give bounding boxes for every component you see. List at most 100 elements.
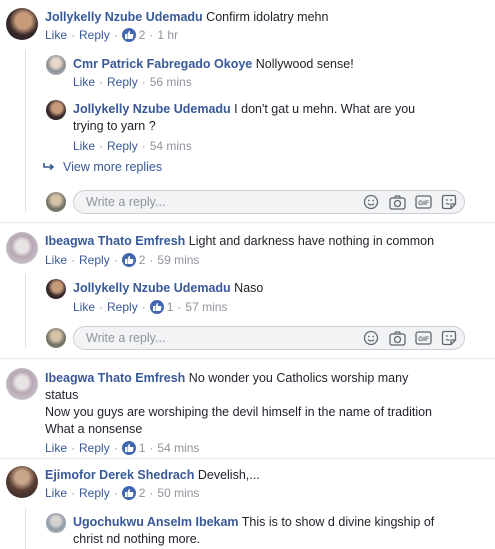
reply-link[interactable]: Reply: [79, 253, 110, 267]
reply-link[interactable]: Reply: [107, 139, 138, 153]
comment-body: Ibeagwa Thato Emfresh Light and darkness…: [45, 233, 434, 249]
like-link[interactable]: Like: [45, 253, 67, 267]
reply-text-line: christ nd nothing more.: [73, 532, 201, 546]
reply-author[interactable]: Jollykelly Nzube Udemadu: [73, 281, 231, 295]
avatar[interactable]: [6, 232, 38, 264]
reply-text: Naso: [234, 281, 264, 295]
reply-link[interactable]: Reply: [107, 300, 138, 314]
like-count[interactable]: 1: [139, 441, 146, 455]
like-link[interactable]: Like: [73, 300, 95, 314]
reply-body: Jollykelly Nzube Udemadu I don't gat u m…: [73, 101, 473, 135]
view-more-label[interactable]: View more replies: [63, 160, 162, 174]
reply-body: Cmr Patrick Fabregado Okoye Nollywood se…: [73, 56, 354, 72]
divider: [0, 222, 495, 223]
like-count[interactable]: 1: [167, 300, 174, 314]
sticker-icon[interactable]: [440, 193, 458, 211]
comment-text: Light and darkness have nothing in commo…: [188, 234, 435, 248]
comment-body: Ibeagwa Thato Emfresh No wonder you Cath…: [45, 370, 485, 438]
sticker-icon[interactable]: [440, 329, 458, 347]
timestamp[interactable]: 54 mins: [157, 441, 199, 455]
thumbs-up-icon: [121, 441, 136, 455]
comment-actions: Like · Reply · 1 · 54 mins: [45, 441, 200, 455]
svg-text:GIF: GIF: [418, 200, 429, 207]
timestamp[interactable]: 59 mins: [157, 253, 199, 267]
gif-icon[interactable]: GIF: [414, 193, 432, 211]
timestamp[interactable]: 57 mins: [185, 300, 227, 314]
reply-link[interactable]: Reply: [107, 75, 138, 89]
reply-input[interactable]: Write a reply... GIF: [73, 326, 465, 350]
thread-line: [25, 508, 26, 549]
reply-author[interactable]: Ugochukwu Anselm Ibekam: [73, 515, 239, 529]
comment-body: Ejimofor Derek Shedrach Develish,...: [45, 467, 260, 483]
like-link[interactable]: Like: [45, 486, 67, 500]
reply-author[interactable]: Cmr Patrick Fabregado Okoye: [73, 57, 252, 71]
gif-icon[interactable]: GIF: [414, 329, 432, 347]
divider: [0, 458, 495, 459]
reply-actions: Like · Reply · 56 mins: [73, 75, 192, 89]
reply-text: Nollywood sense!: [255, 57, 354, 71]
reply-link[interactable]: Reply: [79, 441, 110, 455]
reply-actions: Like · Reply · 54 mins: [73, 139, 192, 153]
camera-icon[interactable]: [388, 193, 406, 211]
emoji-icon[interactable]: [362, 193, 380, 211]
comment-text: Develish,...: [197, 468, 260, 482]
comment-text-line: What a nonsense: [45, 422, 143, 436]
reply-text-line: trying to yarn ?: [73, 119, 156, 133]
like-count[interactable]: 2: [139, 253, 146, 267]
reply-text-line: This is to show d divine kingship of: [241, 515, 435, 529]
comment-actions: Like · Reply · 2 · 1 hr: [45, 28, 179, 42]
avatar[interactable]: [46, 513, 66, 533]
reply-author[interactable]: Jollykelly Nzube Udemadu: [73, 102, 231, 116]
reply-link[interactable]: Reply: [79, 28, 110, 42]
avatar[interactable]: [6, 466, 38, 498]
comment-text-line: No wonder you Catholics worship many: [188, 371, 409, 385]
timestamp[interactable]: 50 mins: [157, 486, 199, 500]
avatar[interactable]: [46, 55, 66, 75]
comment-author[interactable]: Jollykelly Nzube Udemadu: [45, 10, 203, 24]
like-link[interactable]: Like: [73, 139, 95, 153]
emoji-icon[interactable]: [362, 329, 380, 347]
svg-text:GIF: GIF: [418, 336, 429, 343]
reply-body: Ugochukwu Anselm Ibekam This is to show …: [73, 514, 483, 548]
divider: [0, 358, 495, 359]
view-more-replies[interactable]: View more replies: [43, 160, 162, 175]
timestamp[interactable]: 54 mins: [150, 139, 192, 153]
comment-actions: Like · Reply · 2 · 59 mins: [45, 253, 200, 267]
comment-author[interactable]: Ibeagwa Thato Emfresh: [45, 371, 185, 385]
like-count[interactable]: 2: [139, 28, 146, 42]
comment-actions: Like · Reply · 2 · 50 mins: [45, 486, 200, 500]
avatar[interactable]: [46, 279, 66, 299]
comment-text: Confirm idolatry mehn: [206, 10, 329, 24]
comment-body: Jollykelly Nzube Udemadu Confirm idolatr…: [45, 9, 328, 25]
avatar[interactable]: [6, 368, 38, 400]
avatar[interactable]: [6, 8, 38, 40]
comment-text-line: Now you guys are worshiping the devil hi…: [45, 405, 433, 419]
avatar: [46, 192, 66, 212]
thumbs-up-icon: [121, 28, 136, 42]
reply-link[interactable]: Reply: [79, 486, 110, 500]
like-count[interactable]: 2: [139, 486, 146, 500]
thread-line: [25, 274, 26, 348]
avatar[interactable]: [46, 100, 66, 120]
avatar: [46, 328, 66, 348]
timestamp[interactable]: 1 hr: [157, 28, 178, 42]
like-link[interactable]: Like: [73, 75, 95, 89]
reply-body: Jollykelly Nzube Udemadu Naso: [73, 280, 263, 296]
thumbs-up-icon: [121, 486, 136, 500]
thread-line: [25, 50, 26, 212]
thumbs-up-icon: [149, 300, 164, 314]
comment-author[interactable]: Ejimofor Derek Shedrach: [45, 468, 194, 482]
comment-author[interactable]: Ibeagwa Thato Emfresh: [45, 234, 185, 248]
reply-text-line: I don't gat u mehn. What are you: [234, 102, 416, 116]
camera-icon[interactable]: [388, 329, 406, 347]
comment-text-line: status: [45, 388, 79, 402]
reply-arrow-icon: [43, 161, 55, 175]
like-link[interactable]: Like: [45, 28, 67, 42]
reply-input[interactable]: Write a reply... GIF: [73, 190, 465, 214]
timestamp[interactable]: 56 mins: [150, 75, 192, 89]
reply-placeholder: Write a reply...: [86, 331, 166, 345]
like-link[interactable]: Like: [45, 441, 67, 455]
thumbs-up-icon: [121, 253, 136, 267]
reply-actions: Like · Reply · 1 · 57 mins: [73, 300, 228, 314]
reply-placeholder: Write a reply...: [86, 195, 166, 209]
